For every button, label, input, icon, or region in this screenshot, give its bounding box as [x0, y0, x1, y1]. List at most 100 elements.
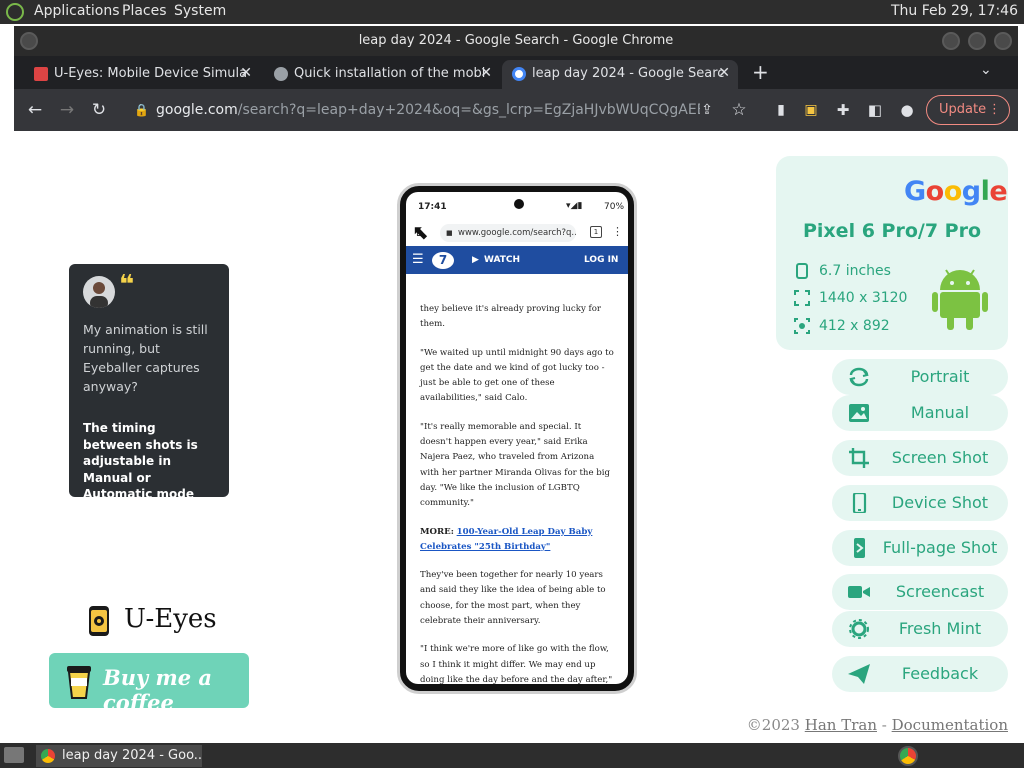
screen-shot-button[interactable]: Screen Shot: [832, 440, 1008, 476]
manual-button[interactable]: Manual: [832, 395, 1008, 431]
full-page-shot-button[interactable]: Full-page Shot: [832, 530, 1008, 566]
documentation-link[interactable]: Documentation: [892, 716, 1008, 734]
close-tab-icon[interactable]: ✕: [240, 60, 252, 87]
fresh-mint-button[interactable]: Fresh Mint: [832, 611, 1008, 647]
tray-chrome-icon[interactable]: [898, 746, 918, 766]
login-link[interactable]: LOG IN: [584, 246, 618, 274]
forward-icon[interactable]: →: [56, 99, 78, 121]
lock-icon: 🔒: [134, 103, 149, 117]
ueyes-favicon-icon: [34, 67, 48, 81]
ueyes-name: U-Eyes: [124, 604, 217, 634]
close-tab-icon[interactable]: ✕: [718, 60, 730, 87]
window-menu-icon[interactable]: [20, 32, 38, 50]
new-tab-icon[interactable]: +: [752, 60, 769, 84]
maximize-icon[interactable]: [968, 32, 986, 50]
hamburger-icon[interactable]: ☰: [412, 246, 424, 274]
share-icon[interactable]: ⇪: [696, 99, 718, 121]
google-letter: o: [943, 176, 963, 207]
spec-resolution: 1440 x 3120: [794, 288, 907, 308]
address-bar[interactable]: 🔒 google.com/search?q=leap+day+2024&oq=&…: [126, 95, 700, 125]
article-paragraph: "We waited up until midnight 90 days ago…: [420, 347, 614, 404]
chrome-icon: [41, 749, 55, 763]
feedback-button[interactable]: Feedback: [832, 656, 1008, 692]
more-line: MORE: 100-Year-Old Leap Day Baby Celebra…: [420, 525, 614, 556]
device-shot-button[interactable]: Device Shot: [832, 485, 1008, 521]
os-menu-system[interactable]: System: [174, 3, 226, 19]
tab-quick-installation[interactable]: Quick installation of the mobi ✕: [264, 60, 500, 89]
spec-resolution-value: 1440 x 3120: [819, 290, 908, 306]
os-menu-places[interactable]: Places: [122, 3, 167, 19]
watch-link[interactable]: WATCH: [484, 246, 520, 274]
google-brand: Google: [904, 176, 1008, 207]
mouse-cursor-icon: ⬉: [412, 220, 429, 244]
tab-leap-day[interactable]: leap day 2024 - Google Searc ✕: [502, 60, 738, 89]
phone-battery: 70%: [604, 202, 625, 212]
show-desktop-icon[interactable]: [4, 747, 24, 763]
spec-size-value: 6.7 inches: [819, 263, 891, 279]
tab-ueyes[interactable]: U-Eyes: Mobile Device Simula ✕: [24, 60, 260, 89]
article-paragraph: they believe it's already proving lucky …: [420, 304, 601, 330]
gear-icon: [849, 619, 869, 639]
rotate-icon: [849, 367, 869, 387]
update-label: Update: [939, 102, 987, 117]
os-logo-icon[interactable]: [6, 3, 24, 21]
phone-menu-icon[interactable]: ⋮: [612, 225, 623, 238]
os-taskbar: leap day 2024 - Goo...: [0, 743, 1024, 768]
minimize-icon[interactable]: [942, 32, 960, 50]
watch-icon: ▶: [472, 255, 479, 265]
tab-label: leap day 2024 - Google Searc: [532, 66, 725, 81]
phone-screen[interactable]: 17:41 ▾◢▮ 70% ⌂ ■ www.google.com/search?…: [406, 192, 628, 684]
phone-url-field[interactable]: ■ www.google.com/search?q...: [440, 224, 576, 242]
device-shot-label: Device Shot: [891, 493, 989, 512]
tab-count[interactable]: 1: [590, 226, 602, 238]
fullpage-icon: [854, 538, 865, 558]
extension-doc-icon[interactable]: ▮: [770, 99, 792, 121]
profile-icon[interactable]: ●: [896, 99, 918, 121]
phone-url-text: www.google.com/search?q...: [458, 228, 576, 238]
tip-card: ❝ My animation is still running, but Eye…: [69, 264, 229, 534]
crop-icon: [849, 448, 869, 468]
window-title: leap day 2024 - Google Search - Google C…: [358, 33, 674, 48]
tip-answer: The timing between shots is adjustable i…: [83, 421, 212, 534]
screencast-button[interactable]: Screencast: [832, 574, 1008, 610]
abc7-header: ☰ 7 ▶ WATCH LOG IN: [406, 246, 628, 274]
browser-toolbar: ← → ↻ 🔒 google.com/search?q=leap+day+202…: [14, 89, 1018, 131]
phone-frame: 17:41 ▾◢▮ 70% ⌂ ■ www.google.com/search?…: [397, 183, 637, 694]
google-letter: e: [989, 176, 1008, 207]
kebab-menu-icon[interactable]: ⋮: [988, 96, 1001, 124]
taskbar-item-label: leap day 2024 - Goo...: [62, 748, 202, 763]
expand-icon: [794, 290, 810, 306]
phone-url-bar: ⌂ ■ www.google.com/search?q... 1 ⋮: [406, 220, 628, 246]
ueyes-logo[interactable]: U-Eyes: [88, 604, 248, 638]
image-icon: [849, 404, 869, 422]
ueyes-phone-icon: [89, 606, 109, 636]
tab-strip: U-Eyes: Mobile Device Simula ✕ Quick ins…: [14, 56, 1018, 89]
window-titlebar: leap day 2024 - Google Search - Google C…: [14, 26, 1018, 56]
update-button[interactable]: Update ⋮: [926, 95, 1010, 125]
send-icon: [848, 664, 870, 684]
back-icon[interactable]: ←: [24, 99, 46, 121]
close-tab-icon[interactable]: ✕: [480, 60, 492, 87]
close-window-icon[interactable]: [994, 32, 1012, 50]
article-paragraph: "It's really memorable and special. It d…: [420, 421, 611, 509]
google-letter: o: [925, 176, 945, 207]
spec-viewport-value: 412 x 892: [819, 318, 890, 334]
extensions-puzzle-icon[interactable]: ✚: [832, 99, 854, 121]
os-menu-applications[interactable]: Applications: [34, 3, 120, 19]
reload-icon[interactable]: ↻: [88, 99, 110, 121]
ueyes-extension-icon[interactable]: ▣: [800, 99, 822, 121]
tab-search-chevron-icon[interactable]: ⌄: [980, 62, 992, 78]
side-panel-icon[interactable]: ◧: [864, 99, 886, 121]
spec-size: 6.7 inches: [794, 261, 891, 281]
author-link[interactable]: Han Tran: [805, 716, 877, 734]
abc7-logo[interactable]: 7: [432, 252, 454, 269]
feedback-label: Feedback: [901, 664, 979, 683]
os-clock[interactable]: Thu Feb 29, 17:46: [891, 3, 1018, 19]
spec-viewport: 412 x 892: [794, 316, 890, 336]
portrait-button[interactable]: Portrait: [832, 359, 1008, 395]
phone-size-icon: [796, 263, 808, 279]
coffee-label: Buy me a coffee: [103, 665, 213, 715]
taskbar-window-item[interactable]: leap day 2024 - Goo...: [36, 745, 202, 767]
buy-coffee-button[interactable]: Buy me a coffee: [49, 653, 249, 715]
bookmark-star-icon[interactable]: ☆: [728, 99, 750, 121]
